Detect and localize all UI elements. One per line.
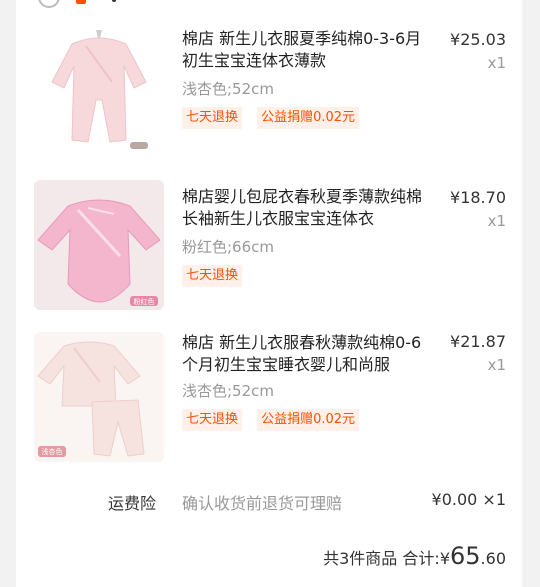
insurance-desc[interactable]: 确认收货前退货可理赔	[182, 490, 342, 514]
select-circle-icon[interactable]	[38, 0, 60, 8]
tag-charity: 公益捐赠0.02元	[257, 107, 360, 129]
tag-charity: 公益捐赠0.02元	[257, 409, 360, 431]
product-title[interactable]: 棉店 新生儿衣服夏季纯棉0-3-6月初生宝宝连体衣薄款	[182, 28, 422, 72]
product-sku: 浅杏色;52cm	[182, 382, 274, 400]
tag-return: 七天退换	[182, 265, 243, 287]
product-sku: 浅杏色;52cm	[182, 80, 274, 98]
order-card: 棉店 新生儿衣服夏季纯棉0-3-6月初生宝宝连体衣薄款 浅杏色;52cm 七天退…	[16, 0, 522, 587]
item-count: 共3件商品	[323, 549, 398, 568]
tag-return: 七天退换	[182, 107, 243, 129]
product-sku: 粉红色;66cm	[182, 238, 274, 256]
shop-icon	[76, 0, 86, 4]
service-tags: 七天退换	[182, 264, 252, 287]
service-tags: 七天退换 公益捐赠0.02元	[182, 408, 369, 431]
service-tags: 七天退换 公益捐赠0.02元	[182, 106, 369, 129]
insurance-price: ¥0.00 ×1	[431, 490, 506, 509]
total-decimal: .60	[480, 549, 506, 568]
total-label: 合计:	[402, 549, 440, 568]
thumb-badge: 粉红色	[134, 297, 155, 306]
total-integer: 65	[450, 542, 481, 570]
product-image[interactable]: 粉红色	[34, 180, 164, 310]
dot-icon	[112, 0, 116, 2]
product-price: ¥18.70	[450, 188, 506, 207]
product-title[interactable]: 棉店婴儿包屁衣春秋夏季薄款纯棉长袖新生儿衣服宝宝连体衣	[182, 186, 422, 230]
product-title[interactable]: 棉店 新生儿衣服春秋薄款纯棉0-6个月初生宝宝睡衣婴儿和尚服	[182, 332, 422, 376]
product-price: ¥25.03	[450, 30, 506, 49]
product-qty: x1	[487, 54, 506, 72]
product-price: ¥21.87	[450, 332, 506, 351]
tag-return: 七天退换	[182, 409, 243, 431]
product-qty: x1	[487, 212, 506, 230]
currency-symbol: ¥	[439, 549, 450, 568]
order-item[interactable]: 浅杏色 棉店 新生儿衣服春秋薄款纯棉0-6个月初生宝宝睡衣婴儿和尚服 浅杏色;5…	[16, 332, 522, 472]
order-item[interactable]: 粉红色 棉店婴儿包屁衣春秋夏季薄款纯棉长袖新生儿衣服宝宝连体衣 粉红色;66cm…	[16, 180, 522, 320]
product-image[interactable]: 浅杏色	[34, 332, 164, 462]
insurance-label: 运费险	[108, 494, 157, 513]
order-summary: 共3件商品 合计:¥65.60	[323, 542, 506, 570]
thumb-badge: 浅杏色	[42, 447, 63, 456]
order-item[interactable]: 棉店 新生儿衣服夏季纯棉0-3-6月初生宝宝连体衣薄款 浅杏色;52cm 七天退…	[16, 22, 522, 162]
product-image[interactable]	[34, 22, 164, 152]
shop-header-partial	[16, 0, 522, 8]
product-qty: x1	[487, 356, 506, 374]
